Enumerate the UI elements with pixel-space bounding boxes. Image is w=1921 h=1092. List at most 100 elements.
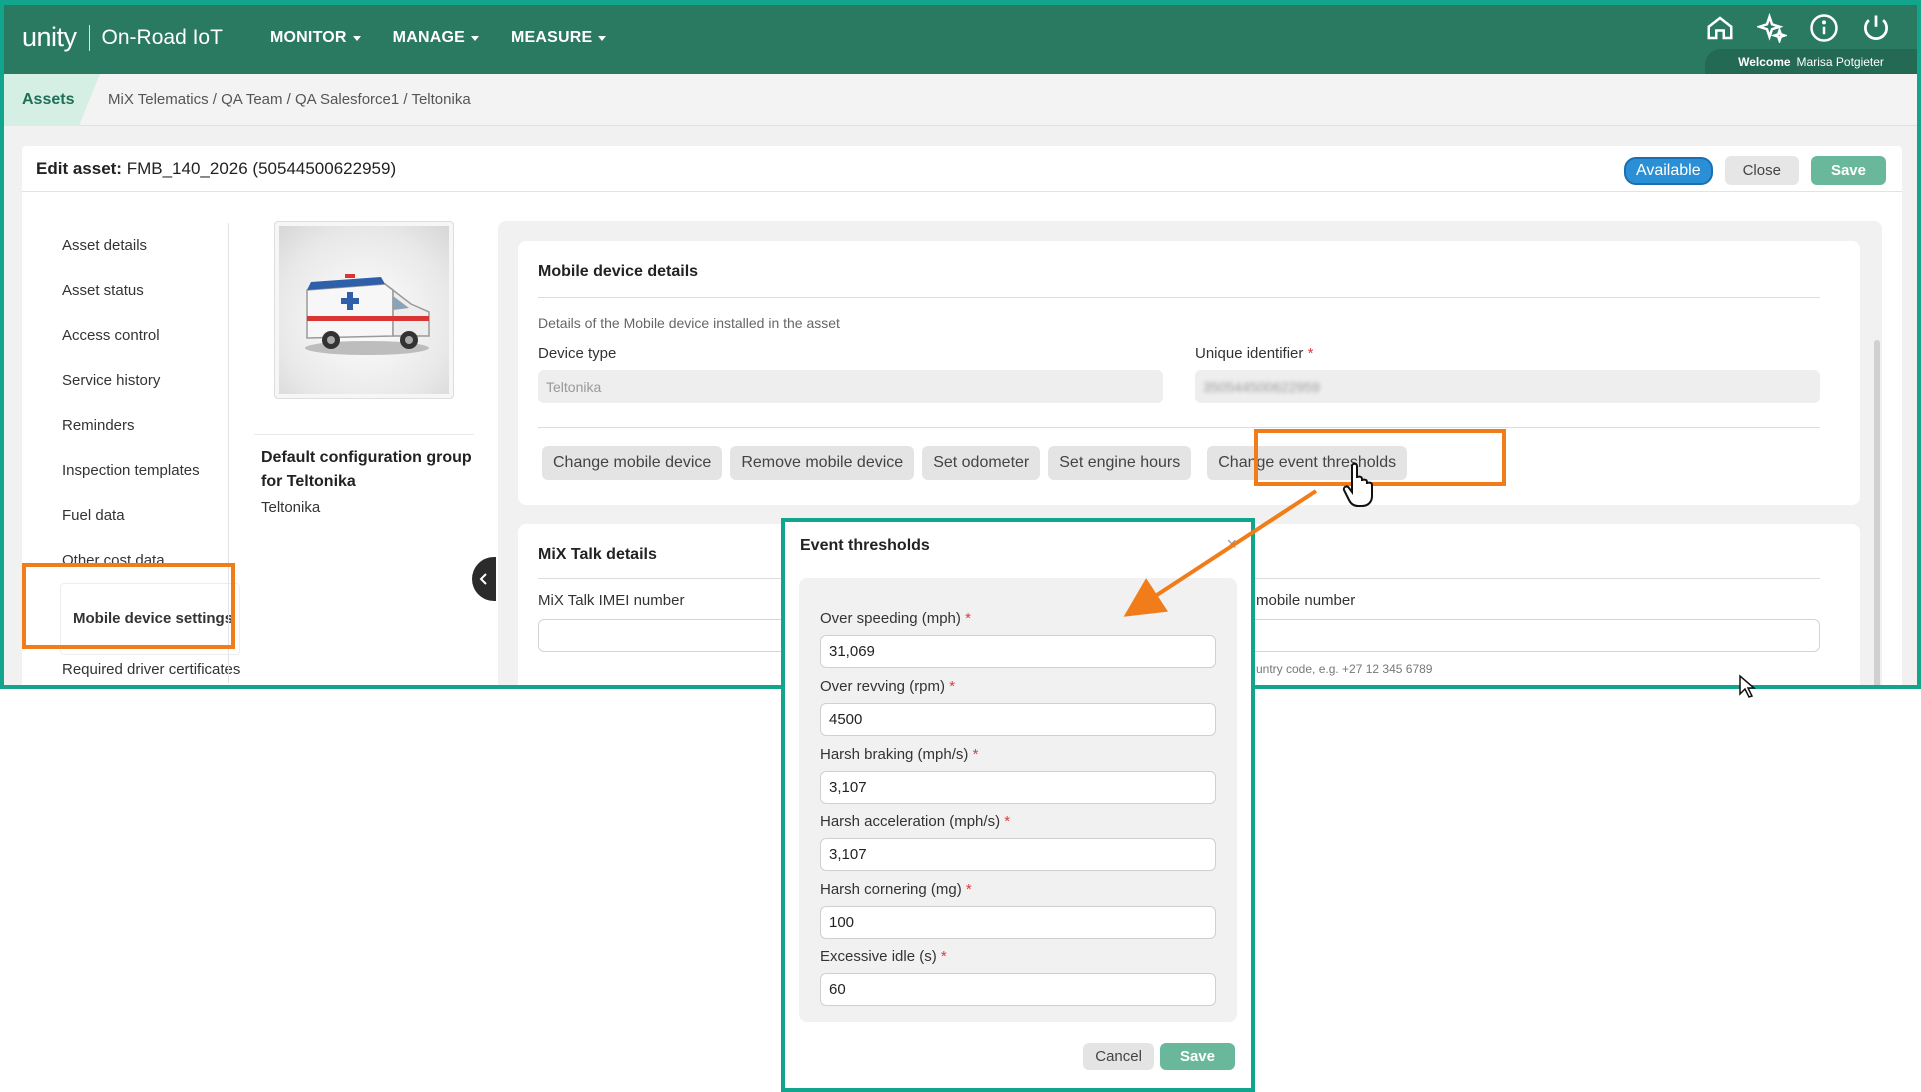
nav-measure-label: MEASURE — [510, 29, 593, 46]
breadcrumb: Assets MiX Telematics / QA Team / QA Sal… — [4, 74, 1917, 126]
config-group-subtitle: Teltonika — [261, 499, 321, 516]
harsh-cornering-label: Harsh cornering (mg) * — [820, 881, 972, 898]
caret-down-icon — [352, 35, 361, 41]
header-actions: Available Close Save — [1623, 156, 1886, 185]
breadcrumb-path: MiX Telematics / QA Team / QA Salesforce… — [108, 91, 471, 108]
remove-mobile-device-button[interactable]: Remove mobile device — [730, 446, 915, 480]
mixtalk-imei-label: MiX Talk IMEI number — [538, 592, 685, 609]
home-icon[interactable] — [1705, 13, 1735, 43]
nav-monitor-label: MONITOR — [270, 29, 347, 46]
device-type-field: Teltonika — [538, 370, 1163, 403]
ambulance-icon — [305, 274, 430, 355]
nav-manage[interactable]: MANAGE — [393, 29, 479, 47]
harsh-cornering-label-text: Harsh cornering (mg) — [820, 881, 962, 898]
sidebar-item-asset-details[interactable]: Asset details — [40, 223, 246, 268]
main-nav: MONITOR MANAGE MEASURE — [270, 29, 607, 47]
top-icons — [1705, 13, 1891, 43]
breadcrumb-assets-tab[interactable]: Assets — [4, 74, 100, 126]
excessive-idle-label: Excessive idle (s) * — [820, 948, 947, 965]
sidebar-item-service-history[interactable]: Service history — [40, 358, 246, 403]
over-speeding-label: Over speeding (mph) * — [820, 610, 971, 627]
sparkle-icon[interactable] — [1757, 13, 1787, 43]
harsh-acceleration-label-text: Harsh acceleration (mph/s) — [820, 813, 1001, 830]
required-marker: * — [965, 881, 972, 898]
harsh-braking-label: Harsh braking (mph/s) * — [820, 746, 978, 763]
collapse-panel-button[interactable] — [472, 557, 496, 601]
sidebar-item-required-driver-certificates[interactable]: Required driver certificates — [40, 655, 246, 685]
required-marker: * — [1307, 345, 1314, 362]
power-icon[interactable] — [1861, 13, 1891, 43]
mobile-device-title: Mobile device details — [538, 263, 699, 280]
excessive-idle-input[interactable]: 60 — [820, 973, 1216, 1006]
nav-monitor[interactable]: MONITOR — [270, 29, 361, 47]
sidebar-item-reminders[interactable]: Reminders — [40, 403, 246, 448]
sidebar-item-inspection-templates[interactable]: Inspection templates — [40, 448, 246, 493]
unique-identifier-label: Unique identifier * — [1195, 345, 1313, 362]
user-name[interactable]: Marisa Potgieter — [1797, 55, 1884, 69]
harsh-braking-label-text: Harsh braking (mph/s) — [820, 746, 969, 763]
over-revving-label-text: Over revving (rpm) — [820, 678, 946, 695]
brand[interactable]: unity On-Road IoT — [22, 22, 223, 53]
required-marker: * — [965, 610, 971, 627]
mobile-device-panel: Mobile device details Details of the Mob… — [518, 241, 1860, 505]
over-speeding-input[interactable]: 31,069 — [820, 635, 1216, 668]
over-speeding-label-text: Over speeding (mph) — [820, 610, 961, 627]
set-odometer-button[interactable]: Set odometer — [922, 446, 1041, 480]
caret-down-icon — [598, 35, 607, 41]
brand-separator — [88, 24, 90, 51]
mobile-number-hint: untry code, e.g. +27 12 345 6789 — [1256, 662, 1433, 676]
over-revving-label: Over revving (rpm) * — [820, 678, 955, 695]
mobile-number-input[interactable] — [1195, 619, 1820, 652]
required-marker: * — [1004, 813, 1011, 830]
unity-logo: unity — [22, 22, 77, 52]
sidebar-item-asset-status[interactable]: Asset status — [40, 268, 246, 313]
caret-down-icon — [470, 35, 479, 41]
set-engine-hours-button[interactable]: Set engine hours — [1048, 446, 1192, 480]
edit-asset-header: Edit asset: FMB_140_2026 (50544500622959… — [22, 146, 1902, 192]
sidebar-item-access-control[interactable]: Access control — [40, 313, 246, 358]
modal-save-button[interactable]: Save — [1159, 1043, 1235, 1070]
close-button[interactable]: Close — [1724, 156, 1799, 185]
save-button[interactable]: Save — [1810, 156, 1886, 185]
unique-identifier-value: 350544500622959 — [1203, 378, 1320, 395]
chevron-left-icon — [479, 573, 487, 585]
asset-image-frame — [279, 226, 449, 394]
asset-identifier: FMB_140_2026 (50544500622959) — [126, 158, 397, 178]
mobile-number-label: mobile number — [1256, 592, 1356, 609]
harsh-acceleration-label: Harsh acceleration (mph/s) * — [820, 813, 1010, 830]
config-group-title: Default configuration group for Teltonik… — [261, 449, 472, 490]
highlight-mobile-device-settings — [22, 563, 235, 649]
harsh-cornering-input[interactable]: 100 — [820, 906, 1216, 939]
modal-body: Over speeding (mph) * 31,069 Over revvin… — [799, 578, 1237, 1022]
modal-footer: Cancel Save — [1083, 1043, 1235, 1070]
mixtalk-title: MiX Talk details — [538, 546, 657, 563]
close-icon[interactable]: × — [1226, 534, 1237, 555]
nav-measure[interactable]: MEASURE — [510, 29, 607, 47]
device-type-label: Device type — [538, 345, 617, 362]
product-name: On-Road IoT — [101, 25, 223, 49]
info-icon[interactable] — [1809, 13, 1839, 43]
cancel-button[interactable]: Cancel — [1083, 1043, 1154, 1070]
harsh-braking-input[interactable]: 3,107 — [820, 771, 1216, 804]
required-marker: * — [940, 948, 947, 965]
panel-divider — [538, 297, 1820, 298]
status-badge[interactable]: Available — [1623, 156, 1713, 185]
required-marker: * — [972, 746, 979, 763]
mobile-device-description: Details of the Mobile device installed i… — [538, 315, 840, 331]
harsh-acceleration-input[interactable]: 3,107 — [820, 838, 1216, 871]
top-navigation-bar: unity On-Road IoT MONITOR MANAGE MEASURE… — [4, 5, 1917, 74]
sidebar-item-fuel-data[interactable]: Fuel data — [40, 493, 246, 538]
scrollbar[interactable] — [1874, 340, 1880, 685]
asset-image[interactable] — [274, 221, 454, 399]
modal-title: Event thresholds — [800, 537, 930, 554]
welcome-banner: Welcome Marisa Potgieter — [1705, 49, 1917, 74]
over-revving-input[interactable]: 4500 — [820, 703, 1216, 736]
excessive-idle-label-text: Excessive idle (s) — [820, 948, 937, 965]
config-divider — [254, 434, 474, 435]
change-mobile-device-button[interactable]: Change mobile device — [542, 446, 723, 480]
highlight-change-event-thresholds — [1254, 429, 1506, 486]
nav-manage-label: MANAGE — [392, 29, 465, 46]
unique-identifier-field: 350544500622959 — [1195, 370, 1820, 403]
welcome-label: Welcome — [1738, 54, 1791, 69]
required-marker: * — [949, 678, 956, 695]
